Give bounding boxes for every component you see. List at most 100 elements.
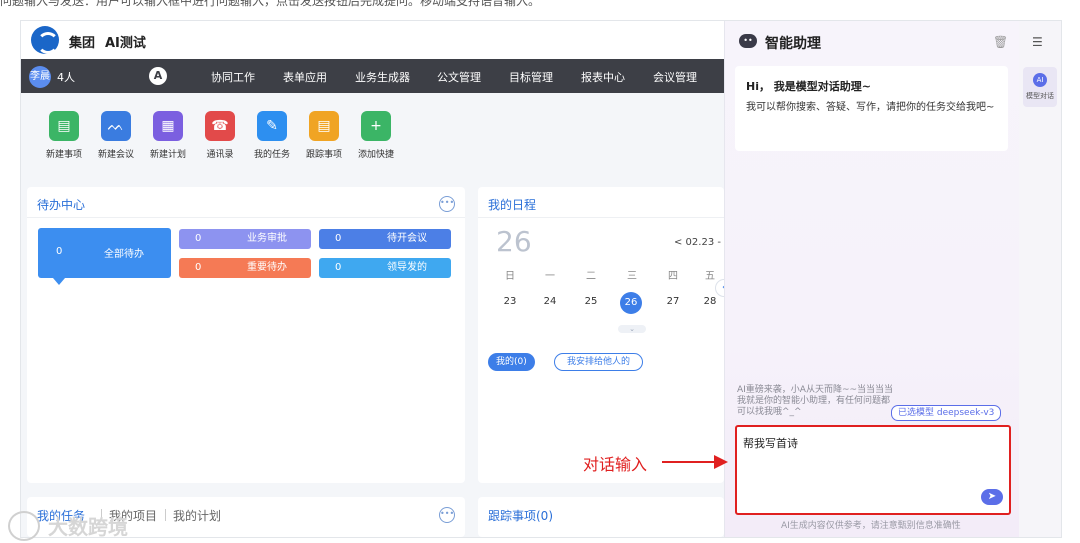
tab-my-plans[interactable]: 我的计划	[173, 507, 221, 524]
todo-pill-important[interactable]: 0 重要待办	[179, 258, 311, 278]
calendar-day[interactable]: 23	[500, 296, 520, 307]
task-icon: ✎	[257, 111, 287, 141]
company-logo-icon	[31, 26, 59, 54]
plus-icon: +	[361, 111, 391, 141]
assistant-panel: •• 智能助理 🗑 Hi， 我是模型对话助理~ 我可以帮你搜索、答疑、写作，请把…	[724, 21, 1020, 537]
divider	[27, 217, 465, 218]
send-icon[interactable]: ➤	[981, 489, 1003, 505]
delete-icon[interactable]: 🗑	[993, 35, 1008, 49]
more-icon[interactable]: •••	[439, 196, 455, 212]
todo-pill-leader[interactable]: 0 领导发的	[319, 258, 451, 278]
big-day: 26	[496, 225, 532, 258]
model-selector[interactable]: 已选模型 deepseek-v3	[891, 405, 1002, 421]
watermark-logo-icon	[8, 511, 40, 541]
rail-item-model-chat[interactable]: AI 模型对话	[1023, 67, 1057, 107]
calendar-day[interactable]: 28	[700, 296, 720, 307]
assistant-title: 智能助理	[765, 36, 821, 52]
quick-action-new-meeting[interactable]: ᨓ 新建会议	[91, 111, 141, 160]
bot-icon: ••	[739, 34, 757, 48]
weekday: 二	[586, 271, 596, 282]
calendar-day[interactable]: 25	[581, 296, 601, 307]
todo-pill-meetings[interactable]: 0 待开会议	[319, 229, 451, 249]
quick-action-label: 跟踪事项	[305, 150, 342, 160]
quick-action-new-item[interactable]: ▤ 新建事项	[39, 111, 89, 160]
nav-item[interactable]: 目标管理	[509, 69, 553, 85]
nav-logo-icon[interactable]: A	[149, 67, 167, 85]
pill-count: 0	[335, 233, 342, 244]
todo-title: 待办中心	[37, 198, 86, 212]
rail-label: 模型对话	[1026, 92, 1054, 100]
quick-action-my-tasks[interactable]: ✎ 我的任务	[247, 111, 297, 160]
quick-action-label: 新建会议	[97, 150, 134, 160]
document-caption: 问题输入与发送：用户可以输入框中进行问题输入，点击发送按钮后完成提问。移动端支持…	[0, 0, 541, 8]
tab-assigned[interactable]: 我安排给他人的	[554, 353, 644, 371]
todo-all-label: 全部待办	[104, 249, 144, 260]
nav-item[interactable]: 报表中心	[581, 69, 625, 85]
avatar[interactable]: 李晨	[29, 66, 51, 88]
nav-item[interactable]: 公文管理	[437, 69, 481, 85]
divider	[165, 509, 166, 521]
pill-count: 0	[335, 262, 342, 273]
weekday: 一	[545, 271, 555, 282]
weekday: 四	[668, 271, 678, 282]
chat-model-icon: AI	[1033, 73, 1047, 87]
people-count[interactable]: 4人	[57, 69, 75, 85]
quick-action-label: 新建计划	[149, 150, 186, 160]
annotation-arrow-line	[662, 461, 716, 463]
expand-chevron-icon[interactable]: ⌄	[618, 325, 646, 333]
todo-pill-approval[interactable]: 0 业务审批	[179, 229, 311, 249]
watermark: 大数跨境	[48, 515, 128, 539]
chat-input-value[interactable]: 帮我写首诗	[743, 435, 798, 451]
quick-actions: ▤ 新建事项 ᨓ 新建会议 ▦ 新建计划 ☎ 通讯录 ✎ 我的任务 ▤ 跟踪事项…	[21, 93, 724, 178]
greeting-body: 我可以帮你搜索、答疑、写作，请把你的任务交给我吧~	[746, 102, 995, 113]
meeting-icon: ᨓ	[101, 111, 131, 141]
greeting-bubble: Hi， 我是模型对话助理~ 我可以帮你搜索、答疑、写作，请把你的任务交给我吧~	[735, 66, 1008, 151]
tab-mine[interactable]: 我的(0)	[488, 353, 535, 371]
brand-name: 集团	[69, 36, 96, 51]
todo-all[interactable]: 0 全部待办	[38, 228, 171, 278]
nav-item[interactable]: 会议管理	[653, 69, 697, 85]
quick-action-add-shortcut[interactable]: + 添加快捷	[351, 111, 401, 160]
pill-label: 业务审批	[247, 233, 287, 244]
quick-action-contacts[interactable]: ☎ 通讯录	[195, 111, 245, 160]
nav-item[interactable]: 业务生成器	[355, 69, 410, 85]
nav-item[interactable]: 协同工作	[211, 69, 255, 85]
app-screenshot: 集团 AI测试 李晨 4人 A 协同工作 表单应用 业务生成器 公文管理 目标管…	[20, 20, 1062, 538]
todo-all-count: 0	[56, 246, 63, 257]
pill-label: 待开会议	[387, 233, 427, 244]
pill-count: 0	[195, 233, 202, 244]
calendar-day[interactable]: 24	[540, 296, 560, 307]
chat-input[interactable]: 帮我写首诗 ➤	[735, 425, 1011, 515]
main-nav: 李晨 4人 A 协同工作 表单应用 业务生成器 公文管理 目标管理 报表中心 会…	[21, 59, 724, 93]
top-bar: 集团 AI测试	[21, 21, 724, 59]
calendar-icon: ▦	[153, 111, 183, 141]
footer-note: AI生成内容仅供参考，请注意甄别信息准确性	[781, 521, 961, 531]
greeting-title: Hi， 我是模型对话助理~	[746, 80, 872, 93]
document-icon: ▤	[49, 111, 79, 141]
weekday: 日	[505, 271, 515, 282]
annotation-label: 对话输入	[583, 455, 648, 474]
hint-text: AI重磅来袭，小A从天而降~~当当当当我就是你的智能小助理，有任何问题都可以找我…	[737, 385, 894, 417]
todo-card: 待办中心 ••• 0 全部待办 0 业务审批 0 待开会议 0 重要待办 0 领…	[27, 187, 465, 483]
quick-action-track[interactable]: ▤ 跟踪事项	[299, 111, 349, 160]
weekday: 三	[627, 271, 637, 282]
more-icon[interactable]: •••	[439, 507, 455, 523]
collapse-sidebar-icon[interactable]: ☰	[1032, 35, 1043, 49]
divider	[478, 217, 724, 218]
quick-action-new-plan[interactable]: ▦ 新建计划	[143, 111, 193, 160]
pill-count: 0	[195, 262, 202, 273]
app-name: AI测试	[105, 36, 146, 51]
nav-item[interactable]: 表单应用	[283, 69, 327, 85]
right-rail: ☰ AI 模型对话	[1019, 21, 1061, 537]
quick-action-label: 添加快捷	[357, 150, 394, 160]
quick-action-label: 通讯录	[206, 150, 234, 160]
quick-action-label: 新建事项	[45, 150, 82, 160]
calendar-day[interactable]: 27	[663, 296, 683, 307]
schedule-card: 我的日程 26 < 02.23 - 日 一 二 三 四 五 23 24 25 2…	[478, 187, 724, 483]
track-icon: ▤	[309, 111, 339, 141]
quick-action-label: 我的任务	[253, 150, 290, 160]
date-range[interactable]: < 02.23 -	[674, 237, 721, 248]
contacts-icon: ☎	[205, 111, 235, 141]
calendar-day-selected[interactable]: 26	[620, 292, 642, 314]
schedule-title: 我的日程	[488, 198, 537, 212]
